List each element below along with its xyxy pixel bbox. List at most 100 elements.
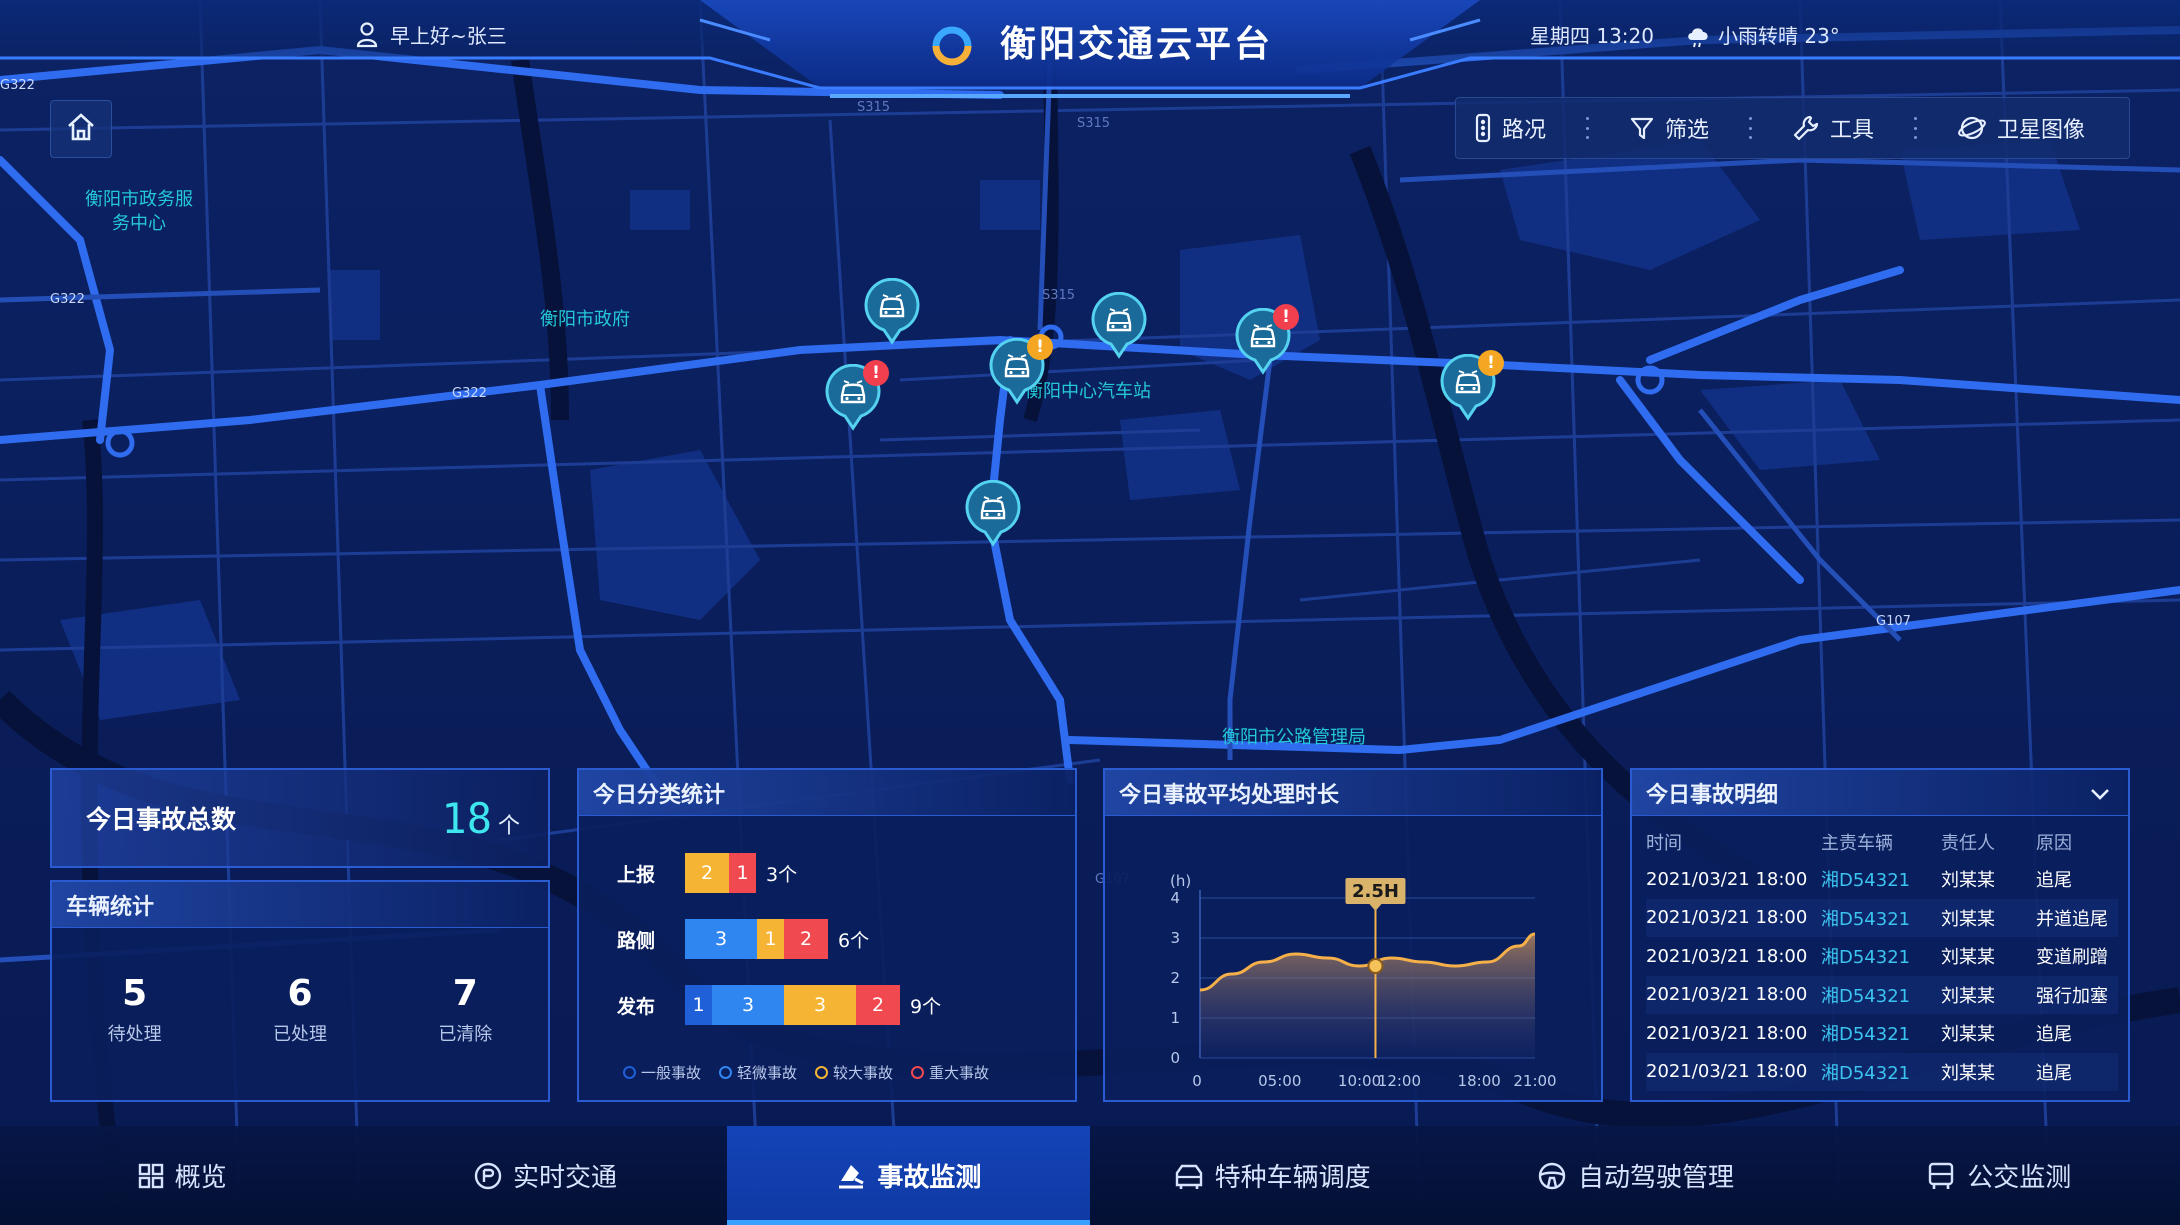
accident-total-unit: 个 — [497, 813, 520, 839]
tool-tools[interactable]: 工具 — [1792, 98, 1874, 158]
cell-vehicle[interactable]: 湘D54321 — [1821, 937, 1941, 976]
cell-person: 刘某某 — [1941, 1024, 1995, 1046]
avg-time-chart[interactable]: (h) 0 1 2 3 4 0 05:00 10:0012:00 18:00 21:00 2.5H — [1105, 816, 1601, 1100]
table-row[interactable]: 2021/03/21 18:00 湘D54321 刘某某 追尾 — [1646, 860, 2118, 899]
bar-segment[interactable]: 3 — [685, 919, 757, 959]
x-tick-label: 10:00 — [1338, 1072, 1381, 1090]
vehicle-stat-cleared[interactable]: 7 已清除 — [390, 972, 540, 1046]
tool-traffic-label: 路况 — [1502, 118, 1547, 143]
tool-filter[interactable]: 筛选 — [1629, 98, 1709, 158]
cell-vehicle[interactable]: 湘D54321 — [1821, 898, 1941, 937]
road-label: S315 — [1077, 116, 1111, 131]
classification-row-label: 发布 — [617, 995, 656, 1018]
bar-segment[interactable]: 1 — [729, 853, 756, 893]
y-tick-label: 2 — [1170, 969, 1180, 987]
cell-time: 2021/03/21 18:00 — [1646, 975, 1821, 1014]
home-button[interactable] — [50, 100, 112, 158]
alert-icon: ! — [1027, 334, 1053, 360]
nav-item-realtime-traffic[interactable]: 实时交通 — [363, 1126, 726, 1225]
accident-marker[interactable] — [1091, 292, 1147, 360]
accident-marker[interactable]: ! — [1440, 350, 1504, 422]
toolbar-divider — [1914, 117, 1918, 139]
table-row[interactable]: 2021/03/21 18:00 湘D54321 刘某某 变道刷蹭 — [1646, 937, 2118, 976]
user-greeting[interactable]: 早上好~张三 — [390, 22, 507, 50]
x-tick-label: 12:00 — [1378, 1072, 1421, 1090]
vehicle-stat-pending[interactable]: 5 待处理 — [60, 972, 210, 1046]
map-label-highway-bureau: 衡阳市公路管理局 — [1222, 727, 1366, 748]
bar-segment[interactable]: 2 — [856, 985, 900, 1025]
table-row[interactable]: 2021/03/21 18:00 湘D54321 刘某某 追尾 — [1646, 1014, 2118, 1053]
alert-icon: ! — [863, 360, 889, 386]
accident-marker[interactable] — [864, 278, 920, 346]
bar-segment[interactable]: 2 — [784, 919, 828, 959]
nav-item-bus-monitor[interactable]: 公交监测 — [1817, 1126, 2180, 1225]
accident-marker[interactable]: ! — [825, 360, 889, 432]
classification-row-total: 9个 — [910, 995, 942, 1018]
tool-traffic[interactable]: 路况 — [1474, 98, 1546, 158]
bar-segment[interactable]: 3 — [712, 985, 784, 1025]
cloud-rain-icon — [1686, 24, 1712, 52]
bar-segment[interactable]: 2 — [685, 853, 729, 893]
nav-item-accident-monitor[interactable]: 事故监测 — [726, 1126, 1091, 1225]
bottom-navigation: 概览 实时交通 事故监测 特种车辆调度 自动驾驶管理 公交监测 — [0, 1126, 2180, 1225]
accident-marker[interactable]: ! — [1235, 304, 1299, 376]
cell-person: 刘某某 — [1941, 975, 2036, 1014]
legend-item: 重大事故 — [911, 1062, 989, 1083]
cell-vehicle[interactable]: 湘D54321 — [1821, 975, 1941, 1014]
classification-row-total: 3个 — [766, 863, 798, 886]
accident-detail-panel: 今日事故明细 时间 主责车辆 责任人 原因 2021/03/21 18:00 湘D… — [1630, 768, 2130, 1102]
nav-item-overview[interactable]: 概览 — [0, 1126, 363, 1225]
road-label: G322 — [452, 386, 487, 401]
bar-segment[interactable]: 1 — [685, 985, 712, 1025]
nav-item-autonomous-driving[interactable]: 自动驾驶管理 — [1453, 1126, 1816, 1225]
legend-dot — [623, 1066, 636, 1079]
vehicle-stat-processed[interactable]: 6 已处理 — [225, 972, 375, 1046]
cell-time: 2021/03/21 18:00 — [1646, 898, 1821, 937]
cell-reason: 变道刷蹭 — [2036, 947, 2108, 969]
nav-item-special-vehicle[interactable]: 特种车辆调度 — [1090, 1126, 1453, 1225]
tool-satellite-label: 卫星图像 — [1997, 118, 2086, 143]
cell-vehicle[interactable]: 湘D54321 — [1821, 1052, 1941, 1091]
map-label-government-service: 衡阳市政务服务中心 — [85, 189, 193, 234]
cell-time: 2021/03/21 18:00 — [1646, 1022, 1808, 1044]
column-header-reason: 原因 — [2036, 833, 2072, 854]
vehicle-stat-value: 5 — [122, 973, 148, 1014]
accident-marker[interactable]: ! — [989, 334, 1053, 406]
legend-label: 重大事故 — [929, 1064, 990, 1082]
avg-time-title: 今日事故平均处理时长 — [1105, 770, 1601, 816]
classification-row[interactable]: 上报 2 1 3个 — [617, 852, 797, 894]
cell-person: 刘某某 — [1941, 898, 2036, 937]
vehicle-stats-panel: 车辆统计 5 待处理 6 已处理 7 已清除 — [50, 880, 550, 1102]
table-row[interactable]: 2021/03/21 18:00 湘D54321 刘某某 强行加塞 — [1646, 975, 2118, 1014]
classification-row[interactable]: 发布 1 3 3 2 9个 — [617, 984, 941, 1026]
traffic-icon — [473, 1161, 503, 1191]
legend-item: 一般事故 — [623, 1062, 701, 1083]
classification-row-label: 路侧 — [617, 929, 656, 952]
chevron-down-icon[interactable] — [2088, 782, 2112, 810]
classification-panel: 今日分类统计 上报 2 1 3个 路侧 3 1 2 6个 发布 1 3 3 2 9个 一般事故 轻微事故 较大事… — [577, 768, 1077, 1102]
road-label: G107 — [1876, 614, 1911, 629]
bar-segment[interactable]: 3 — [784, 985, 856, 1025]
y-tick-label: 3 — [1170, 929, 1180, 947]
legend-dot — [719, 1066, 733, 1079]
table-row[interactable]: 2021/03/21 18:00 湘D54321 刘某某 并道追尾 — [1646, 898, 2118, 937]
bar-segment[interactable]: 1 — [757, 919, 784, 959]
accident-total-figure: 18 个 — [441, 794, 520, 843]
stacked-bar: 312 — [685, 919, 828, 959]
column-header-time: 时间 — [1646, 833, 1682, 854]
highlight-label: 2.5H — [1352, 881, 1399, 902]
classification-legend: 一般事故 轻微事故 较大事故 重大事故 — [623, 1062, 989, 1083]
accident-marker[interactable] — [965, 480, 1021, 548]
cell-vehicle[interactable]: 湘D54321 — [1821, 1014, 1941, 1053]
legend-dot — [911, 1066, 925, 1079]
road-label: S315 — [1042, 288, 1076, 303]
x-tick-label: 0 — [1192, 1072, 1202, 1090]
tool-satellite[interactable]: 卫星图像 — [1957, 98, 2085, 158]
cell-reason: 强行加塞 — [2036, 975, 2118, 1014]
nav-item-label: 实时交通 — [512, 1163, 617, 1193]
car-crash-icon — [1091, 292, 1147, 359]
classification-row[interactable]: 路侧 3 1 2 6个 — [617, 918, 869, 960]
legend-label: 较大事故 — [833, 1064, 894, 1082]
cell-vehicle[interactable]: 湘D54321 — [1821, 860, 1941, 899]
table-row[interactable]: 2021/03/21 18:00 湘D54321 刘某某 追尾 — [1646, 1052, 2118, 1091]
